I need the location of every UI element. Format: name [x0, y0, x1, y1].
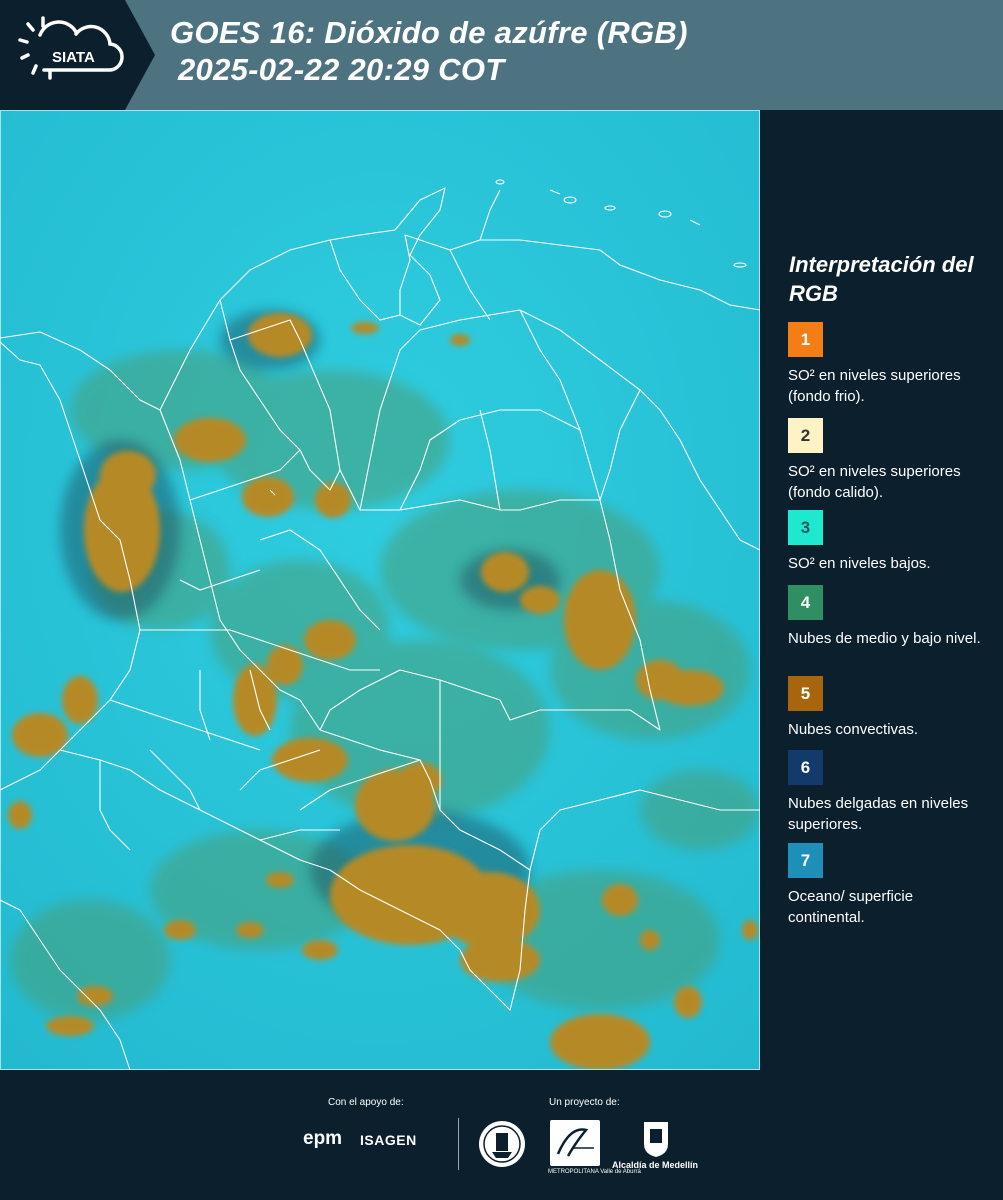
area-logo-icon: [556, 1128, 594, 1157]
legend-item-1: 1 SO² en niveles superiores (fondo frio)…: [788, 322, 988, 407]
footer: Con el apoyo de: Un proyecto de: epm ISA…: [0, 1070, 1003, 1200]
legend-text-7: Oceano/ superficie continental.: [788, 888, 914, 926]
page-title: GOES 16: Dióxido de azúfre (RGB) 2025-02…: [170, 14, 688, 88]
satellite-image: [0, 110, 760, 1070]
legend-text-3: SO² en niveles bajos.: [788, 555, 931, 572]
epm-logo: epm: [303, 1128, 343, 1149]
legend-item-5: 5 Nubes convectivas.: [788, 676, 988, 740]
satellite-map[interactable]: [0, 110, 760, 1070]
alcaldia-label: Alcaldía de Medellín: [612, 1160, 699, 1170]
legend-text-4: Nubes de medio y bajo nivel.: [788, 630, 981, 647]
legend-swatch-1: 1: [788, 322, 823, 357]
legend-swatch-5: 5: [788, 676, 823, 711]
project-label: Un proyecto de:: [549, 1097, 620, 1108]
medellin-seal-icon: [479, 1121, 525, 1167]
title-line-2: 2025-02-22 20:29 COT: [178, 52, 505, 87]
legend-swatch-6: 6: [788, 750, 823, 785]
legend-text-5: Nubes convectivas.: [788, 721, 919, 738]
legend-text-1: SO² en niveles superiores (fondo frio).: [788, 367, 961, 405]
siata-logo-text: SIATA: [52, 49, 95, 66]
title-line-1: GOES 16: Dióxido de azúfre (RGB): [170, 15, 688, 50]
legend-title: Interpretación del RGB: [789, 252, 974, 306]
support-label: Con el apoyo de:: [328, 1097, 404, 1108]
alcaldia-shield-icon: [644, 1122, 668, 1157]
legend-item-6: 6 Nubes delgadas en niveles superiores.: [788, 750, 988, 835]
legend-swatch-2: 2: [788, 418, 823, 453]
legend-swatch-3: 3: [788, 510, 823, 545]
isagen-logo: ISAGEN: [360, 1132, 417, 1148]
legend-text-2: SO² en niveles superiores (fondo calido)…: [788, 463, 961, 501]
legend-item-2: 2 SO² en niveles superiores (fondo calid…: [788, 418, 988, 503]
legend-item-4: 4 Nubes de medio y bajo nivel.: [788, 585, 988, 649]
legend-swatch-4: 4: [788, 585, 823, 620]
siata-logo: SIATA: [0, 0, 155, 110]
header-bar: SIATA GOES 16: Dióxido de azúfre (RGB) 2…: [0, 0, 1003, 110]
legend-item-7: 7 Oceano/ superficie continental.: [788, 843, 988, 928]
legend-item-3: 3 SO² en niveles bajos.: [788, 510, 988, 574]
legend-swatch-7: 7: [788, 843, 823, 878]
legend-text-6: Nubes delgadas en niveles superiores.: [788, 795, 969, 833]
area-metropolitana-logo: [550, 1120, 600, 1166]
footer-divider: [458, 1118, 459, 1170]
legend-panel: Interpretación del RGB 1 SO² en niveles …: [760, 110, 1003, 1070]
